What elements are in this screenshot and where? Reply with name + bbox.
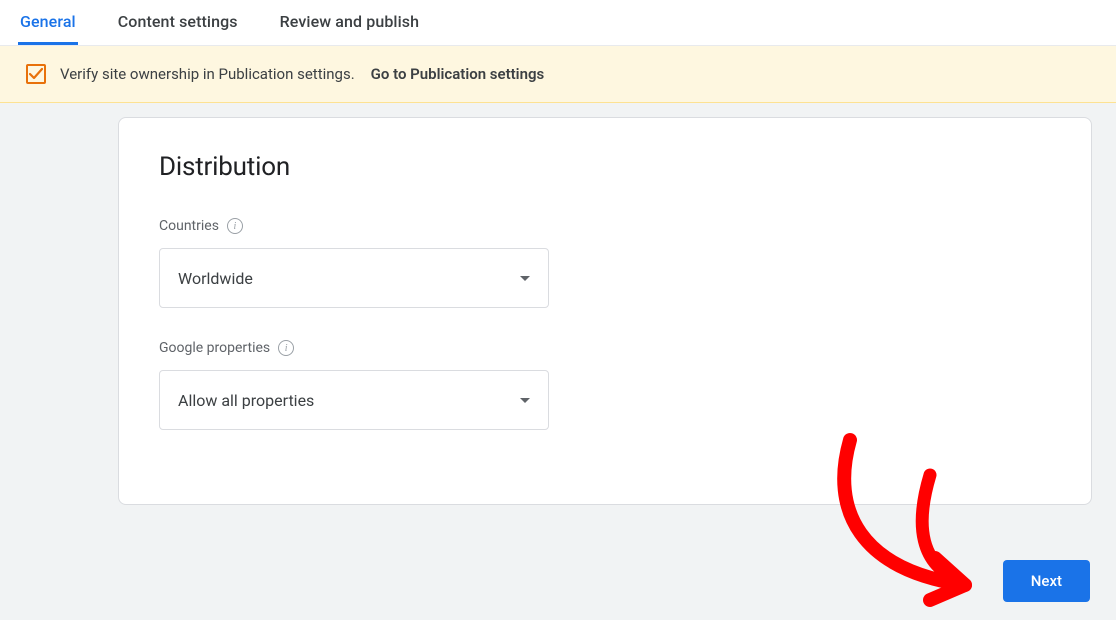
info-icon[interactable]: i — [278, 340, 294, 356]
verify-banner: Verify site ownership in Publication set… — [0, 46, 1116, 103]
banner-text: Verify site ownership in Publication set… — [60, 65, 355, 83]
distribution-card: Distribution Countries i Worldwide Googl… — [118, 117, 1092, 505]
countries-field: Countries i Worldwide — [159, 218, 1051, 308]
tab-general[interactable]: General — [18, 0, 78, 45]
card-title: Distribution — [159, 152, 1051, 182]
countries-label-row: Countries i — [159, 218, 1051, 234]
google-properties-value: Allow all properties — [178, 391, 314, 410]
tab-review-publish[interactable]: Review and publish — [278, 0, 421, 45]
google-properties-select[interactable]: Allow all properties — [159, 370, 549, 430]
countries-select[interactable]: Worldwide — [159, 248, 549, 308]
countries-value: Worldwide — [178, 269, 253, 288]
info-icon[interactable]: i — [227, 218, 243, 234]
countries-label: Countries — [159, 218, 219, 234]
tab-bar: General Content settings Review and publ… — [0, 0, 1116, 46]
google-properties-label: Google properties — [159, 340, 270, 356]
tab-content-settings[interactable]: Content settings — [116, 0, 240, 45]
google-properties-label-row: Google properties i — [159, 340, 1051, 356]
chevron-down-icon — [520, 398, 530, 403]
go-to-publication-settings-link[interactable]: Go to Publication settings — [371, 65, 545, 83]
next-button[interactable]: Next — [1003, 560, 1090, 602]
checkbox-checked-icon — [26, 64, 46, 84]
google-properties-field: Google properties i Allow all properties — [159, 340, 1051, 430]
chevron-down-icon — [520, 276, 530, 281]
